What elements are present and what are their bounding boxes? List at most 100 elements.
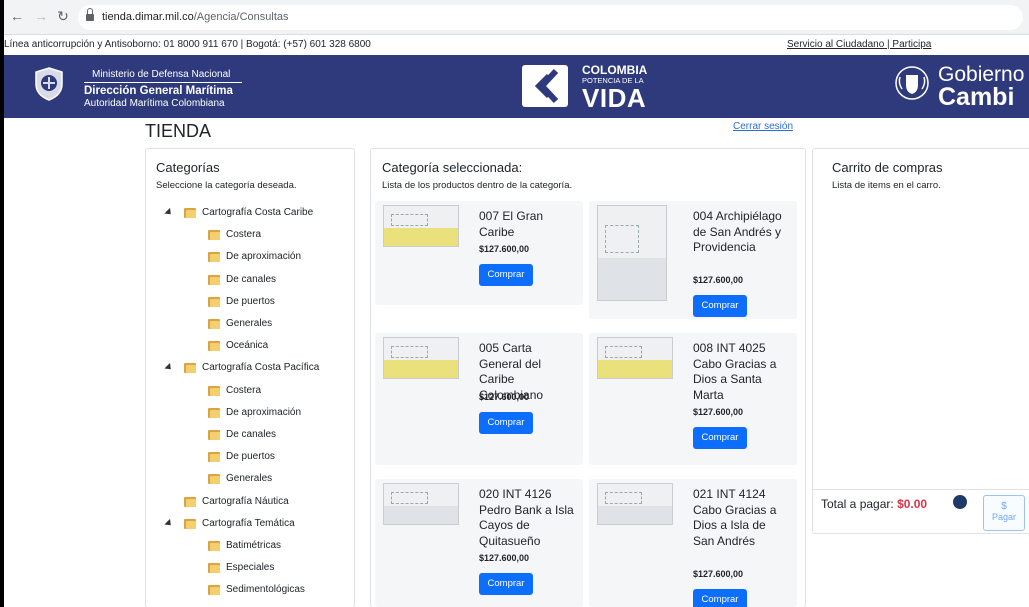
product-card: 020 INT 4126 Pedro Bank a Isla Cayos de … (375, 479, 583, 607)
product-price: $127.600,00 (479, 553, 530, 563)
tree-subcategory-label: Batimétricas (226, 540, 282, 551)
product-card: 008 INT 4025 Cabo Gracias a Dios a Santa… (589, 333, 797, 465)
tree-category[interactable]: Cartografía Temática (146, 516, 354, 532)
product-price: $127.600,00 (693, 275, 744, 285)
cart-total: Total a pagar: $0.00 (821, 497, 927, 511)
tree-subcategory[interactable]: Costera (146, 383, 354, 399)
tree-subcategory[interactable]: De puertos (146, 449, 354, 465)
folder-icon (208, 340, 220, 352)
tree-subcategory-label: De canales (226, 273, 277, 285)
buy-button[interactable]: Comprar (479, 264, 533, 286)
tree-category-label: Cartografía Costa Pacífica (202, 362, 320, 374)
tree-subcategory-label: Costera (226, 384, 262, 396)
url-text: tienda.dimar.mil.co/Agencia/Consultas (102, 11, 289, 23)
lock-icon (86, 8, 94, 21)
folder-icon (184, 362, 196, 374)
product-price: $127.600,00 (693, 568, 744, 579)
cart-subtitle: Lista de items en el carro. (832, 180, 941, 191)
folder-icon (208, 429, 220, 440)
ministry-title: Ministerio de Defensa Nacional (92, 69, 231, 80)
folder-icon (208, 451, 220, 463)
total-value: $0.00 (897, 497, 928, 511)
tree-subcategory-label: Generales (226, 318, 273, 329)
coat-of-arms-icon (895, 66, 929, 100)
pay-button[interactable]: $ Pagar (983, 495, 1025, 531)
colombia-mark-icon (522, 65, 568, 107)
folder-icon (208, 296, 220, 307)
chart-thumbnail[interactable] (597, 483, 673, 525)
product-title: 004 Archipiélago de San Andrés y Provide… (693, 209, 782, 254)
tree-subcategory-label: Generales (226, 473, 273, 485)
tree-subcategory[interactable]: Sedimentológicas (146, 582, 354, 598)
tree-subcategory[interactable]: De puertos (146, 294, 354, 310)
browser-toolbar: ← → ↻ tienda.dimar.mil.co/Agencia/Consul… (0, 0, 1029, 35)
pay-label: Pagar (991, 512, 1017, 522)
expand-arrow-icon[interactable] (164, 363, 174, 373)
folder-icon (184, 207, 196, 218)
tree-category-label: Cartografía Temática (202, 517, 295, 529)
tree-category-label: Cartografía Costa Caribe (202, 207, 314, 218)
buy-button[interactable]: Comprar (693, 427, 747, 449)
expand-arrow-icon[interactable] (164, 518, 174, 528)
buy-button[interactable]: Comprar (693, 295, 747, 317)
logout-link[interactable]: Cerrar sesión (733, 121, 793, 132)
tree-subcategory[interactable]: De aproximación (146, 405, 354, 421)
tree-subcategory-label: De puertos (226, 451, 275, 463)
cart-panel: Carrito de compras Lista de items en el … (812, 148, 1029, 534)
products-subtitle: Lista de los productos dentro de la cate… (382, 180, 573, 191)
tree-subcategory[interactable]: De canales (146, 272, 354, 288)
info-strip: Línea anticorrupción y Antisoborno: 01 8… (4, 35, 1029, 55)
site-header: Ministerio de Defensa Nacional Dirección… (4, 55, 1029, 118)
chart-thumbnail[interactable] (383, 483, 459, 525)
buy-button[interactable]: Comprar (479, 573, 533, 595)
folder-icon (208, 385, 220, 396)
product-card: 004 Archipiélago de San Andrés y Provide… (589, 201, 797, 319)
tree-subcategory[interactable]: Costera (146, 227, 354, 243)
tree-category-label: Cartografía Náutica (202, 495, 289, 507)
tree-subcategory-label: De aproximación (226, 406, 302, 418)
cart-title: Carrito de compras (832, 160, 943, 175)
tree-subcategory[interactable]: Especiales (146, 560, 354, 576)
folder-icon (208, 473, 220, 485)
folder-icon (184, 496, 196, 507)
categories-panel: Categorías Seleccione la categoría desea… (145, 148, 355, 607)
tree-category[interactable]: Cartografía Náutica (146, 494, 354, 510)
buy-button[interactable]: Comprar (693, 588, 747, 607)
tree-category[interactable]: Cartografía Costa Pacífica (146, 360, 354, 376)
product-card: 021 INT 4124 Cabo Gracias a Dios a Isla … (589, 479, 797, 607)
chart-thumbnail[interactable] (383, 205, 459, 247)
chart-thumbnail[interactable] (597, 205, 667, 301)
product-price: $127.600,00 (479, 244, 530, 254)
tree-category[interactable]: Cartografía Costa Caribe (146, 205, 354, 221)
anticorruption-hotline: Línea anticorrupción y Antisoborno: 01 8… (4, 39, 371, 50)
forward-arrow-icon[interactable]: → (32, 8, 50, 24)
header-divider (84, 82, 242, 83)
product-price: $127.600,00 (479, 391, 530, 402)
tree-subcategory[interactable]: Batimétricas (146, 538, 354, 554)
tree-subcategory[interactable]: Oceánica (146, 338, 354, 354)
reload-icon[interactable]: ↻ (54, 8, 72, 25)
colombia-word: COLOMBIA (582, 63, 648, 77)
folder-icon (208, 540, 220, 551)
buy-button[interactable]: Comprar (479, 411, 533, 434)
chart-thumbnail[interactable] (383, 337, 459, 379)
citizen-service-links[interactable]: Servicio al Ciudadano | Participa (787, 39, 931, 50)
address-bar[interactable]: tienda.dimar.mil.co/Agencia/Consultas (78, 5, 1023, 30)
chart-thumbnail[interactable] (597, 337, 673, 379)
cambio-word: Cambi (938, 83, 1015, 111)
tree-subcategory[interactable]: Generales (146, 316, 354, 332)
tree-subcategory-label: De canales (226, 429, 277, 440)
dollar-icon: $ (1001, 501, 1007, 512)
tree-subcategory-label: De aproximación (226, 251, 302, 263)
tree-subcategory-label: Costera (226, 229, 262, 241)
folder-icon (208, 562, 220, 574)
tree-subcategory[interactable]: De canales (146, 427, 354, 443)
back-arrow-icon[interactable]: ← (8, 8, 26, 24)
vida-word: VIDA (582, 83, 647, 113)
tree-subcategory[interactable]: De aproximación (146, 249, 354, 265)
tree-subcategory-label: De puertos (226, 295, 275, 307)
tree-subcategory[interactable]: Generales (146, 471, 354, 487)
products-panel: Categoría seleccionada: Lista de los pro… (370, 148, 806, 607)
expand-arrow-icon[interactable] (164, 207, 174, 218)
categories-title: Categorías (156, 160, 220, 175)
